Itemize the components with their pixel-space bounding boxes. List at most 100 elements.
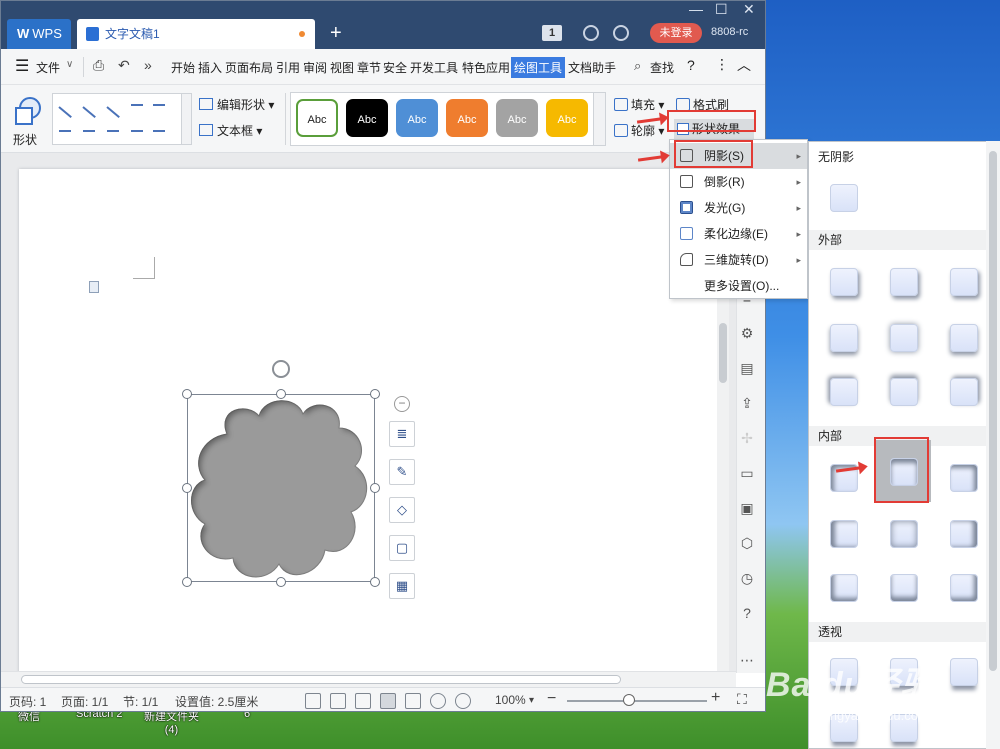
edit-shape-button[interactable]: 编辑形状 ▾	[199, 96, 274, 113]
shape-style-gallery[interactable]: Abc Abc Abc Abc Abc Abc	[290, 92, 606, 146]
menu-references[interactable]: 引用	[276, 59, 300, 76]
style-swatch[interactable]: Abc	[546, 99, 588, 137]
zoom-out-icon[interactable]: −	[547, 690, 556, 708]
zoom-in-icon[interactable]: +	[711, 689, 720, 707]
shadow-swatch-inner[interactable]	[890, 520, 918, 548]
shadow-swatch-none[interactable]	[830, 184, 858, 212]
menu-insert[interactable]: 插入	[198, 59, 222, 76]
curved-double-arrow-shape[interactable]	[131, 130, 143, 132]
menu-start[interactable]: 开始	[171, 59, 195, 76]
freeform-shape[interactable]	[153, 130, 165, 132]
eye-protection-icon[interactable]	[455, 693, 471, 709]
edit-mode-icon[interactable]	[355, 693, 371, 709]
save-icon[interactable]: ⎙	[93, 57, 104, 74]
shadow-swatch-inner[interactable]	[950, 574, 978, 602]
shadow-swatch-outer[interactable]	[890, 324, 918, 352]
resize-handle[interactable]	[182, 577, 192, 587]
shape-button[interactable]: 形状	[11, 95, 45, 147]
menu-item-more-settings[interactable]: 更多设置(O)...	[670, 273, 807, 299]
vertical-scroll-thumb[interactable]	[719, 323, 727, 383]
share-icon[interactable]: ⇪	[738, 394, 756, 412]
menu-developer[interactable]: 开发工具	[410, 59, 458, 76]
panel-scrollbar[interactable]	[986, 141, 1000, 749]
shadow-swatch-outer[interactable]	[890, 378, 918, 406]
elbow-double-arrow-shape[interactable]	[59, 130, 71, 132]
resize-handle[interactable]	[276, 577, 286, 587]
shape-style-icon[interactable]: ▦	[389, 573, 415, 599]
paste-options-icon[interactable]	[89, 281, 99, 293]
outline-view-icon[interactable]	[405, 693, 421, 709]
menu-security[interactable]: 安全	[383, 59, 407, 76]
image-gallery-icon[interactable]: ▤	[738, 359, 756, 377]
desktop-label-new-folder[interactable]: 新建文件夹 (4)	[144, 708, 199, 736]
sync-icon[interactable]	[583, 25, 599, 41]
picture-icon[interactable]: ▣	[738, 499, 756, 517]
shadow-swatch-inner[interactable]	[830, 574, 858, 602]
maximize-icon[interactable]: ☐	[715, 1, 728, 18]
brush-icon[interactable]: ✎	[389, 459, 415, 485]
collapse-ribbon-icon[interactable]: ︿	[737, 55, 751, 75]
page-view-icon[interactable]	[380, 693, 396, 709]
menu-item-soft-edges[interactable]: 柔化边缘(E) ▸	[670, 221, 807, 247]
style-swatch[interactable]: Abc	[346, 99, 388, 137]
menu-doc-assistant[interactable]: 文档助手	[568, 59, 616, 76]
menu-chapter[interactable]: 章节	[357, 59, 381, 76]
shadow-swatch-outer[interactable]	[950, 324, 978, 352]
zoom-dropdown-icon[interactable]: ▾	[529, 695, 534, 706]
resize-handle[interactable]	[276, 389, 286, 399]
more-dots-icon[interactable]: ⋯	[738, 651, 756, 669]
shadow-swatch-outer[interactable]	[890, 268, 918, 296]
close-icon[interactable]: ✕	[743, 1, 755, 18]
shadow-swatch-outer[interactable]	[950, 268, 978, 296]
style-swatch[interactable]: Abc	[446, 99, 488, 137]
fit-window-icon[interactable]: ⛶	[737, 691, 747, 708]
shadow-swatch-outer[interactable]	[950, 378, 978, 406]
menu-search[interactable]: 查找	[650, 59, 674, 76]
zoom-slider-knob[interactable]	[622, 694, 635, 706]
style-swatch[interactable]: Abc	[296, 99, 338, 137]
read-mode-icon[interactable]	[330, 693, 346, 709]
skin-icon[interactable]	[613, 25, 629, 41]
help-circle-icon[interactable]: ?	[738, 604, 756, 622]
search-icon[interactable]: ⌕	[634, 58, 641, 74]
tab-document[interactable]: 文字文稿1	[77, 19, 315, 49]
elbow-connector-shape[interactable]	[131, 104, 143, 106]
minimize-icon[interactable]: —	[689, 1, 703, 17]
login-button[interactable]: 未登录	[650, 23, 702, 43]
more-icon[interactable]: »	[144, 57, 152, 73]
shadow-swatch-inner[interactable]	[950, 520, 978, 548]
menu-file[interactable]: 文件	[36, 59, 60, 76]
menu-review[interactable]: 审阅	[303, 59, 327, 76]
menu-item-reflection[interactable]: 倒影(R) ▸	[670, 169, 807, 195]
menu-item-3d-rotation[interactable]: 三维旋转(D) ▸	[670, 247, 807, 273]
double-arrow-shape[interactable]	[106, 106, 120, 119]
rotate-handle-icon[interactable]	[272, 360, 290, 378]
more-options-icon[interactable]: ⋮	[715, 56, 729, 73]
line-shape-gallery[interactable]	[52, 93, 192, 145]
backup-icon[interactable]: ⬡	[738, 534, 756, 552]
settings-sliders-icon[interactable]: ⚙	[738, 324, 756, 342]
chevron-down-icon[interactable]: ∨	[66, 59, 73, 70]
curved-arrow-shape[interactable]	[107, 130, 119, 132]
fullscreen-icon[interactable]	[305, 693, 321, 709]
new-tab-button[interactable]: +	[330, 21, 342, 45]
panel-scroll-thumb[interactable]	[989, 151, 997, 671]
outline-button[interactable]: 轮廓 ▾	[614, 122, 664, 139]
tab-wps-home[interactable]: W WPS	[7, 19, 71, 49]
shadow-swatch-outer[interactable]	[830, 378, 858, 406]
menu-features[interactable]: 特色应用	[462, 59, 510, 76]
layout-options-icon[interactable]: ≣	[389, 421, 415, 447]
horizontal-scrollbar[interactable]	[1, 671, 736, 687]
fill-button[interactable]: 填充 ▾	[614, 96, 664, 113]
resize-handle[interactable]	[182, 389, 192, 399]
curved-connector-shape[interactable]	[83, 130, 95, 132]
resize-handle[interactable]	[182, 483, 192, 493]
menu-view[interactable]: 视图	[330, 59, 354, 76]
style-swatch[interactable]: Abc	[396, 99, 438, 137]
menu-drawing-tools[interactable]: 绘图工具	[511, 57, 566, 78]
window-count-badge[interactable]: 1	[542, 25, 562, 41]
textbox-button[interactable]: 文本框 ▾	[199, 122, 262, 139]
shadow-swatch-outer[interactable]	[830, 268, 858, 296]
undo-icon[interactable]: ↶	[118, 57, 130, 74]
shadow-swatch-inner[interactable]	[830, 520, 858, 548]
